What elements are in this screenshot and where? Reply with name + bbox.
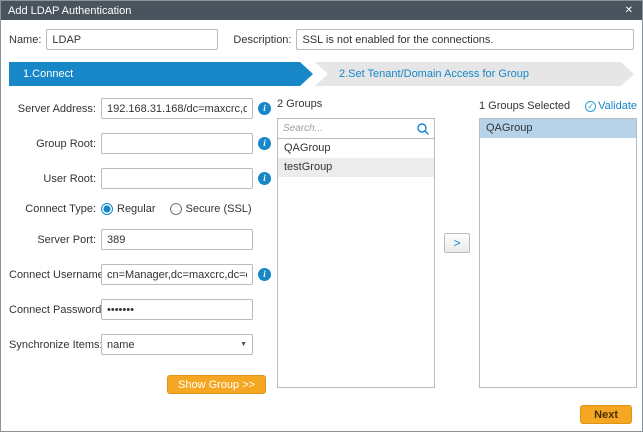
available-groups-header: 2 Groups	[277, 98, 435, 114]
move-column: >	[435, 98, 479, 388]
content-area: Server Address: i Group Root: i User Roo…	[1, 96, 642, 401]
connect-type-regular-radio[interactable]	[101, 203, 113, 215]
group-root-row: Group Root: i	[9, 133, 277, 154]
chevron-down-icon: ▼	[240, 341, 247, 348]
dialog-footer: Next	[1, 401, 642, 431]
dialog-title: Add LDAP Authentication	[8, 5, 131, 17]
search-icon[interactable]	[416, 122, 430, 136]
user-root-label: User Root:	[9, 173, 101, 185]
server-address-label: Server Address:	[9, 103, 101, 115]
next-button[interactable]: Next	[580, 405, 632, 424]
server-port-label: Server Port:	[9, 234, 101, 246]
connect-password-label: Connect Password:	[9, 304, 101, 316]
list-item[interactable]: testGroup	[278, 158, 434, 177]
info-icon[interactable]: i	[258, 137, 271, 150]
dialog-titlebar: Add LDAP Authentication ✕	[1, 1, 642, 20]
add-ldap-authentication-dialog: Add LDAP Authentication ✕ Name: Descript…	[0, 0, 643, 432]
info-icon[interactable]: i	[258, 102, 271, 115]
server-address-row: Server Address: i	[9, 98, 277, 119]
connect-username-row: Connect Username: i	[9, 264, 277, 285]
description-field[interactable]	[296, 29, 634, 50]
move-right-button[interactable]: >	[444, 233, 470, 253]
connect-username-label: Connect Username:	[9, 269, 101, 281]
connect-type-options: Regular Secure (SSL)	[101, 203, 262, 215]
user-root-row: User Root: i	[9, 168, 277, 189]
description-label: Description:	[233, 34, 291, 46]
connect-type-regular-label: Regular	[117, 203, 156, 215]
selected-groups-header-row: 1 Groups Selected ✓ Validate	[479, 98, 637, 114]
synchronize-items-label: Synchronize Items:	[9, 339, 101, 351]
synchronize-items-row: Synchronize Items: name ▼	[9, 334, 277, 355]
server-address-field[interactable]	[101, 98, 253, 119]
wizard-step-tenant-access[interactable]: 2.Set Tenant/Domain Access for Group	[315, 62, 634, 86]
user-root-field[interactable]	[101, 168, 253, 189]
check-circle-icon: ✓	[585, 101, 596, 112]
connect-password-row: Connect Password:	[9, 299, 277, 320]
available-groups-panel: 2 Groups QAGroup testGroup	[277, 98, 435, 388]
group-root-label: Group Root:	[9, 138, 101, 150]
group-search-box	[277, 118, 435, 139]
group-root-field[interactable]	[101, 133, 253, 154]
name-field[interactable]	[46, 29, 218, 50]
list-item[interactable]: QAGroup	[278, 139, 434, 158]
available-groups-list: QAGroup testGroup	[277, 139, 435, 388]
server-port-field[interactable]	[101, 229, 253, 250]
info-icon[interactable]: i	[258, 268, 271, 281]
info-icon[interactable]: i	[258, 172, 271, 185]
connect-type-ssl-label: Secure (SSL)	[186, 203, 252, 215]
wizard-steps: 1.Connect 2.Set Tenant/Domain Access for…	[9, 62, 634, 86]
name-label: Name:	[9, 34, 41, 46]
group-search-input[interactable]	[278, 120, 416, 137]
selected-groups-header: 1 Groups Selected	[479, 100, 570, 112]
synchronize-items-value: name	[107, 339, 135, 351]
connect-username-field[interactable]	[101, 264, 253, 285]
connect-password-field[interactable]	[101, 299, 253, 320]
list-item[interactable]: QAGroup	[480, 119, 636, 138]
validate-link[interactable]: ✓ Validate	[585, 100, 637, 112]
connect-type-ssl-radio[interactable]	[170, 203, 182, 215]
validate-label: Validate	[598, 100, 637, 112]
synchronize-items-dropdown[interactable]: name ▼	[101, 334, 253, 355]
selected-groups-panel: 1 Groups Selected ✓ Validate QAGroup	[479, 98, 637, 388]
connect-type-label: Connect Type:	[9, 203, 101, 215]
connect-type-row: Connect Type: Regular Secure (SSL)	[9, 203, 277, 215]
server-port-row: Server Port:	[9, 229, 277, 250]
wizard-step-connect[interactable]: 1.Connect	[9, 62, 313, 86]
selected-groups-list: QAGroup	[479, 118, 637, 388]
name-description-row: Name: Description:	[1, 20, 642, 58]
connection-form: Server Address: i Group Root: i User Roo…	[9, 98, 277, 401]
close-icon[interactable]: ✕	[623, 5, 635, 17]
show-group-button[interactable]: Show Group >>	[167, 375, 266, 394]
